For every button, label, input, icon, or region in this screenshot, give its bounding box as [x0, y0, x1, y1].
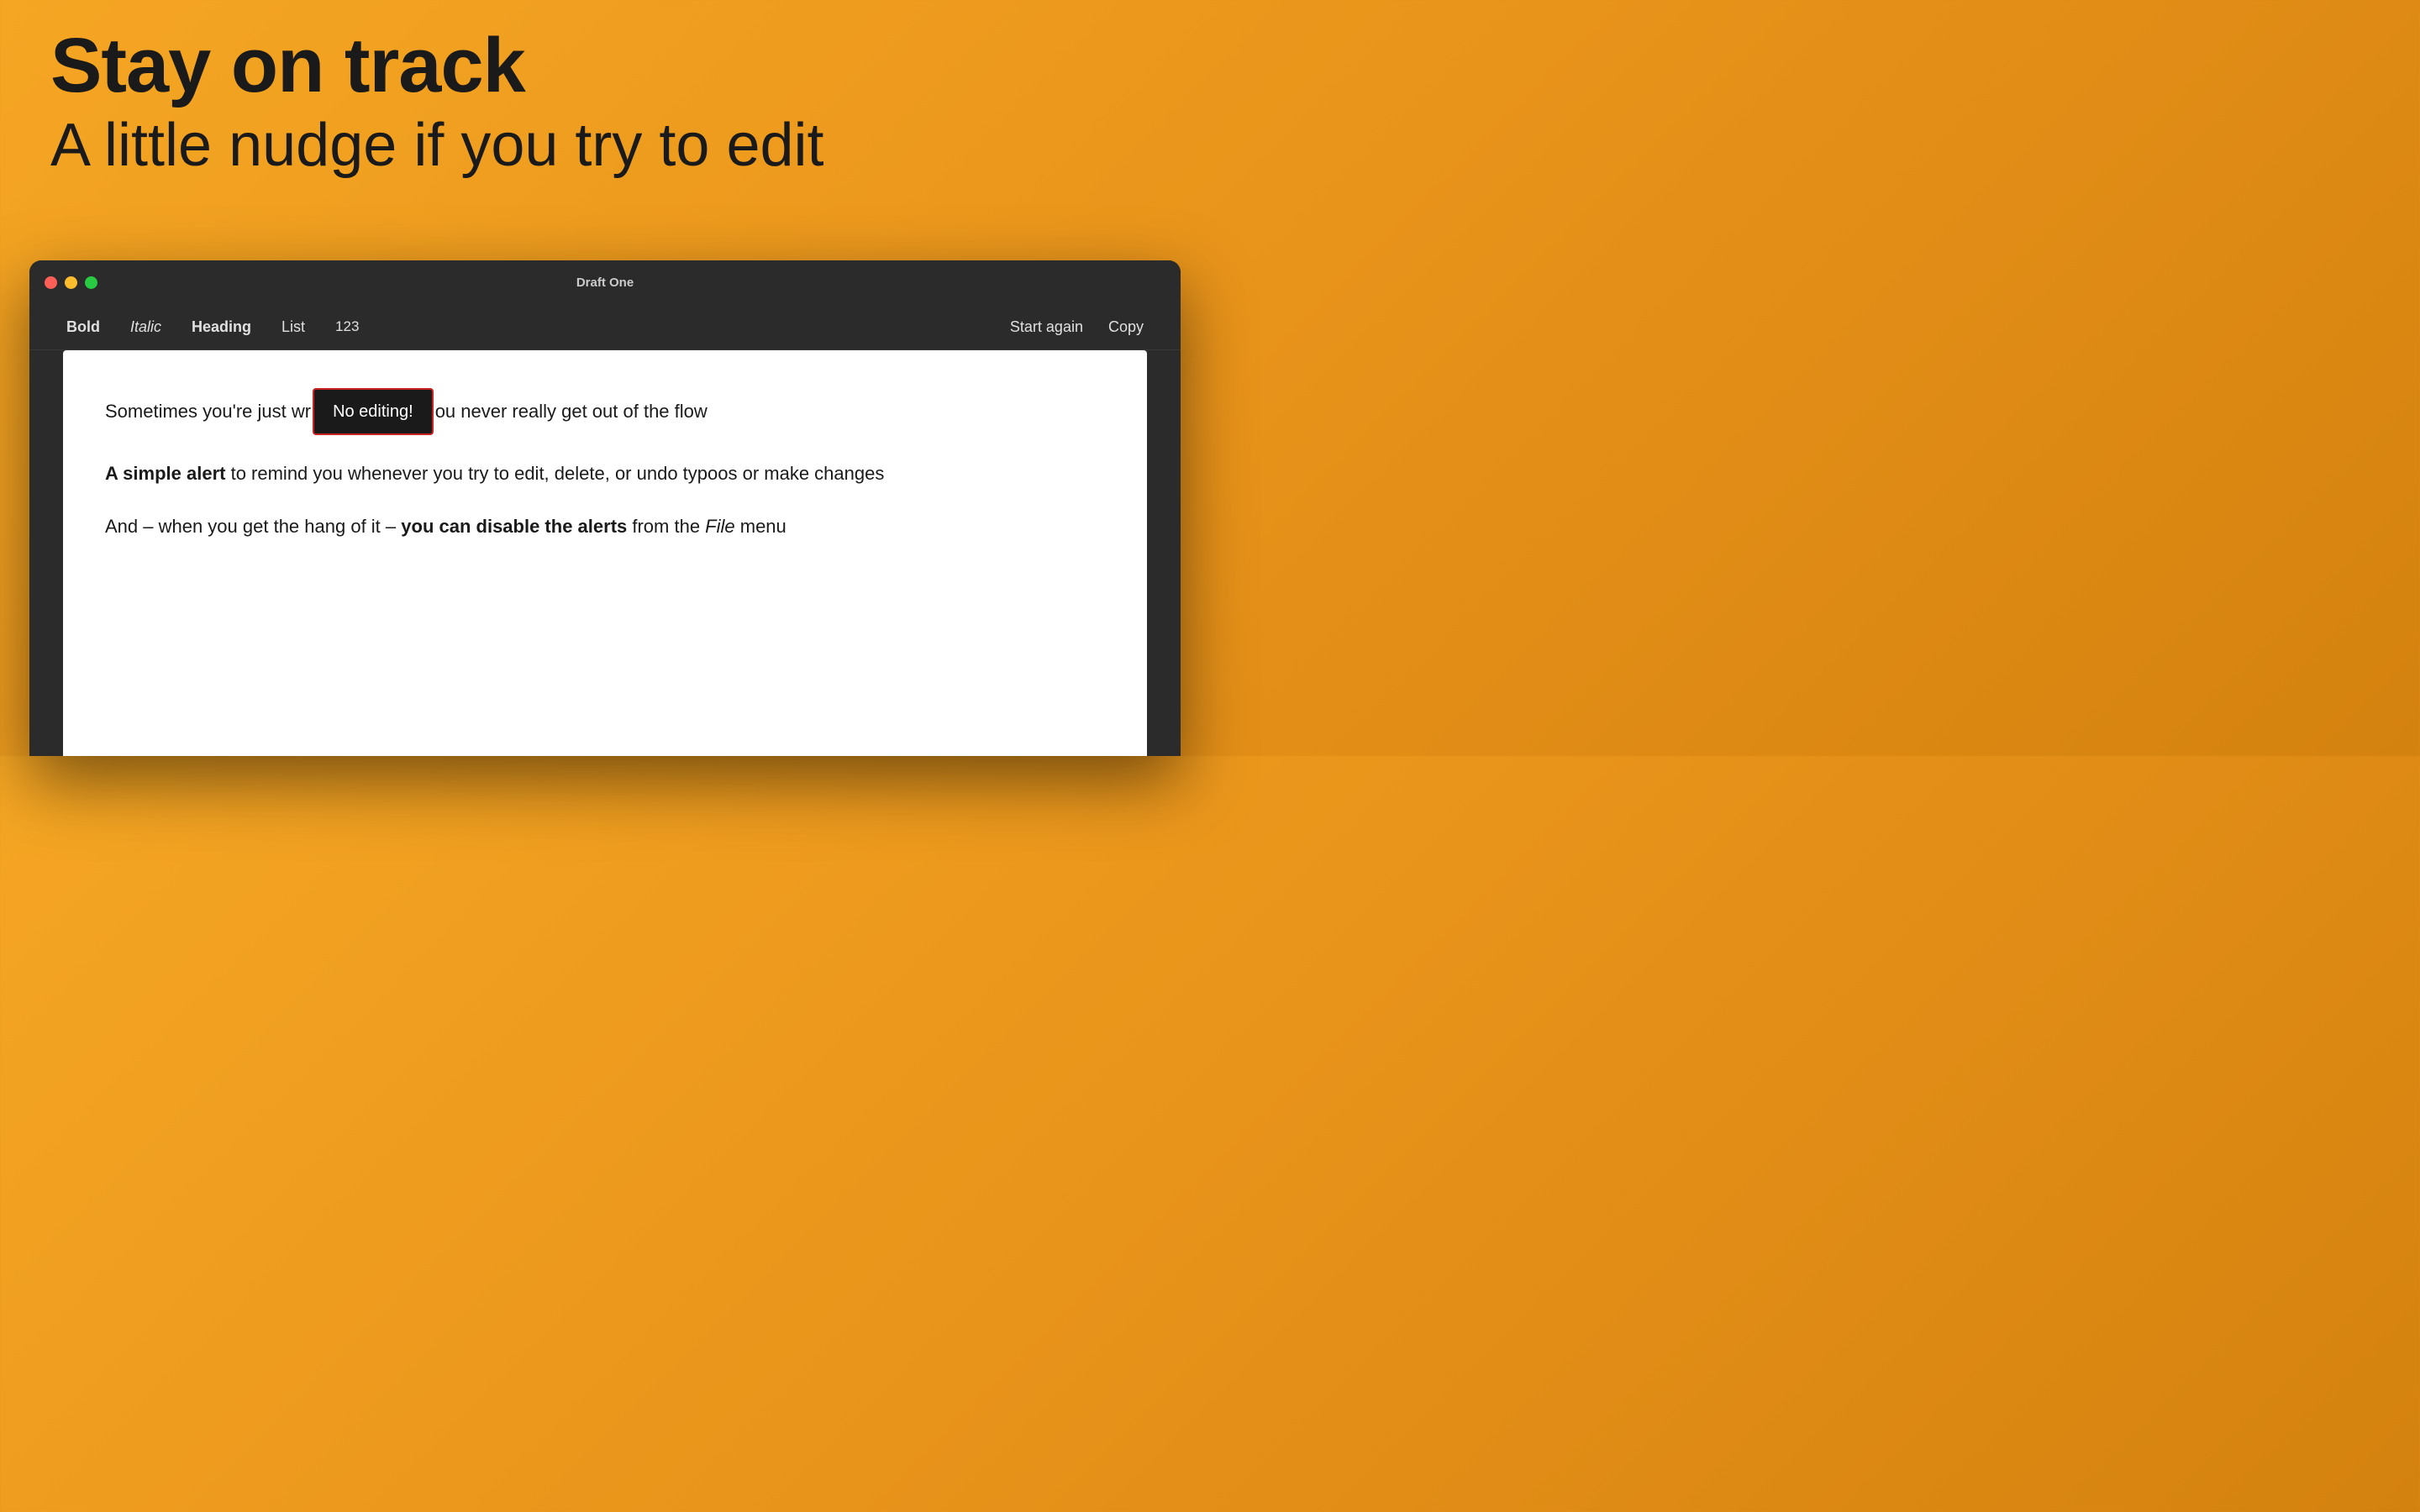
paragraph-2-bold: A simple alert	[105, 463, 225, 484]
paragraph-3-before: And – when you get the hang of it –	[105, 516, 401, 537]
bold-button[interactable]: Bold	[63, 314, 103, 340]
paragraph-2-rest: to remind you whenever you try to edit, …	[225, 463, 884, 484]
close-button[interactable]	[45, 276, 57, 289]
paragraph-1: Sometimes you're just wrNo editing!ou ne…	[105, 388, 1105, 435]
paragraph-3-bold: you can disable the alerts	[401, 516, 627, 537]
toolbar-right: Start again Copy	[1007, 314, 1147, 340]
editor-area[interactable]: Sometimes you're just wrNo editing!ou ne…	[63, 350, 1147, 756]
list-button[interactable]: List	[278, 314, 308, 340]
no-editing-tooltip: No editing!	[313, 388, 434, 435]
hero-section: Stay on track A little nudge if you try …	[50, 25, 1160, 180]
window-title: Draft One	[576, 276, 634, 290]
toolbar-left: Bold Italic Heading List 123	[63, 314, 1007, 340]
number-button[interactable]: 123	[332, 314, 362, 339]
heading-button[interactable]: Heading	[188, 314, 255, 340]
hero-title: Stay on track	[50, 25, 1160, 107]
paragraph-1-after: ou never really get out of the flow	[435, 396, 708, 426]
paragraph-3-after: from the	[627, 516, 705, 537]
titlebar: Draft One	[29, 260, 1181, 304]
traffic-lights	[45, 276, 97, 289]
paragraph-3-italic: File	[705, 516, 734, 537]
italic-button[interactable]: Italic	[127, 314, 165, 340]
toolbar: Bold Italic Heading List 123 Start again…	[29, 304, 1181, 350]
hero-subtitle: A little nudge if you try to edit	[50, 111, 1160, 181]
paragraph-2: A simple alert to remind you whenever yo…	[105, 459, 1105, 488]
copy-button[interactable]: Copy	[1105, 314, 1147, 340]
maximize-button[interactable]	[85, 276, 97, 289]
minimize-button[interactable]	[65, 276, 77, 289]
paragraph-3-end: menu	[735, 516, 786, 537]
paragraph-3: And – when you get the hang of it – you …	[105, 512, 1105, 541]
paragraph-1-before: Sometimes you're just wr	[105, 396, 311, 426]
app-window: Draft One Bold Italic Heading List 123 S…	[29, 260, 1181, 756]
start-again-button[interactable]: Start again	[1007, 314, 1086, 340]
editor-content: Sometimes you're just wrNo editing!ou ne…	[105, 388, 1105, 541]
